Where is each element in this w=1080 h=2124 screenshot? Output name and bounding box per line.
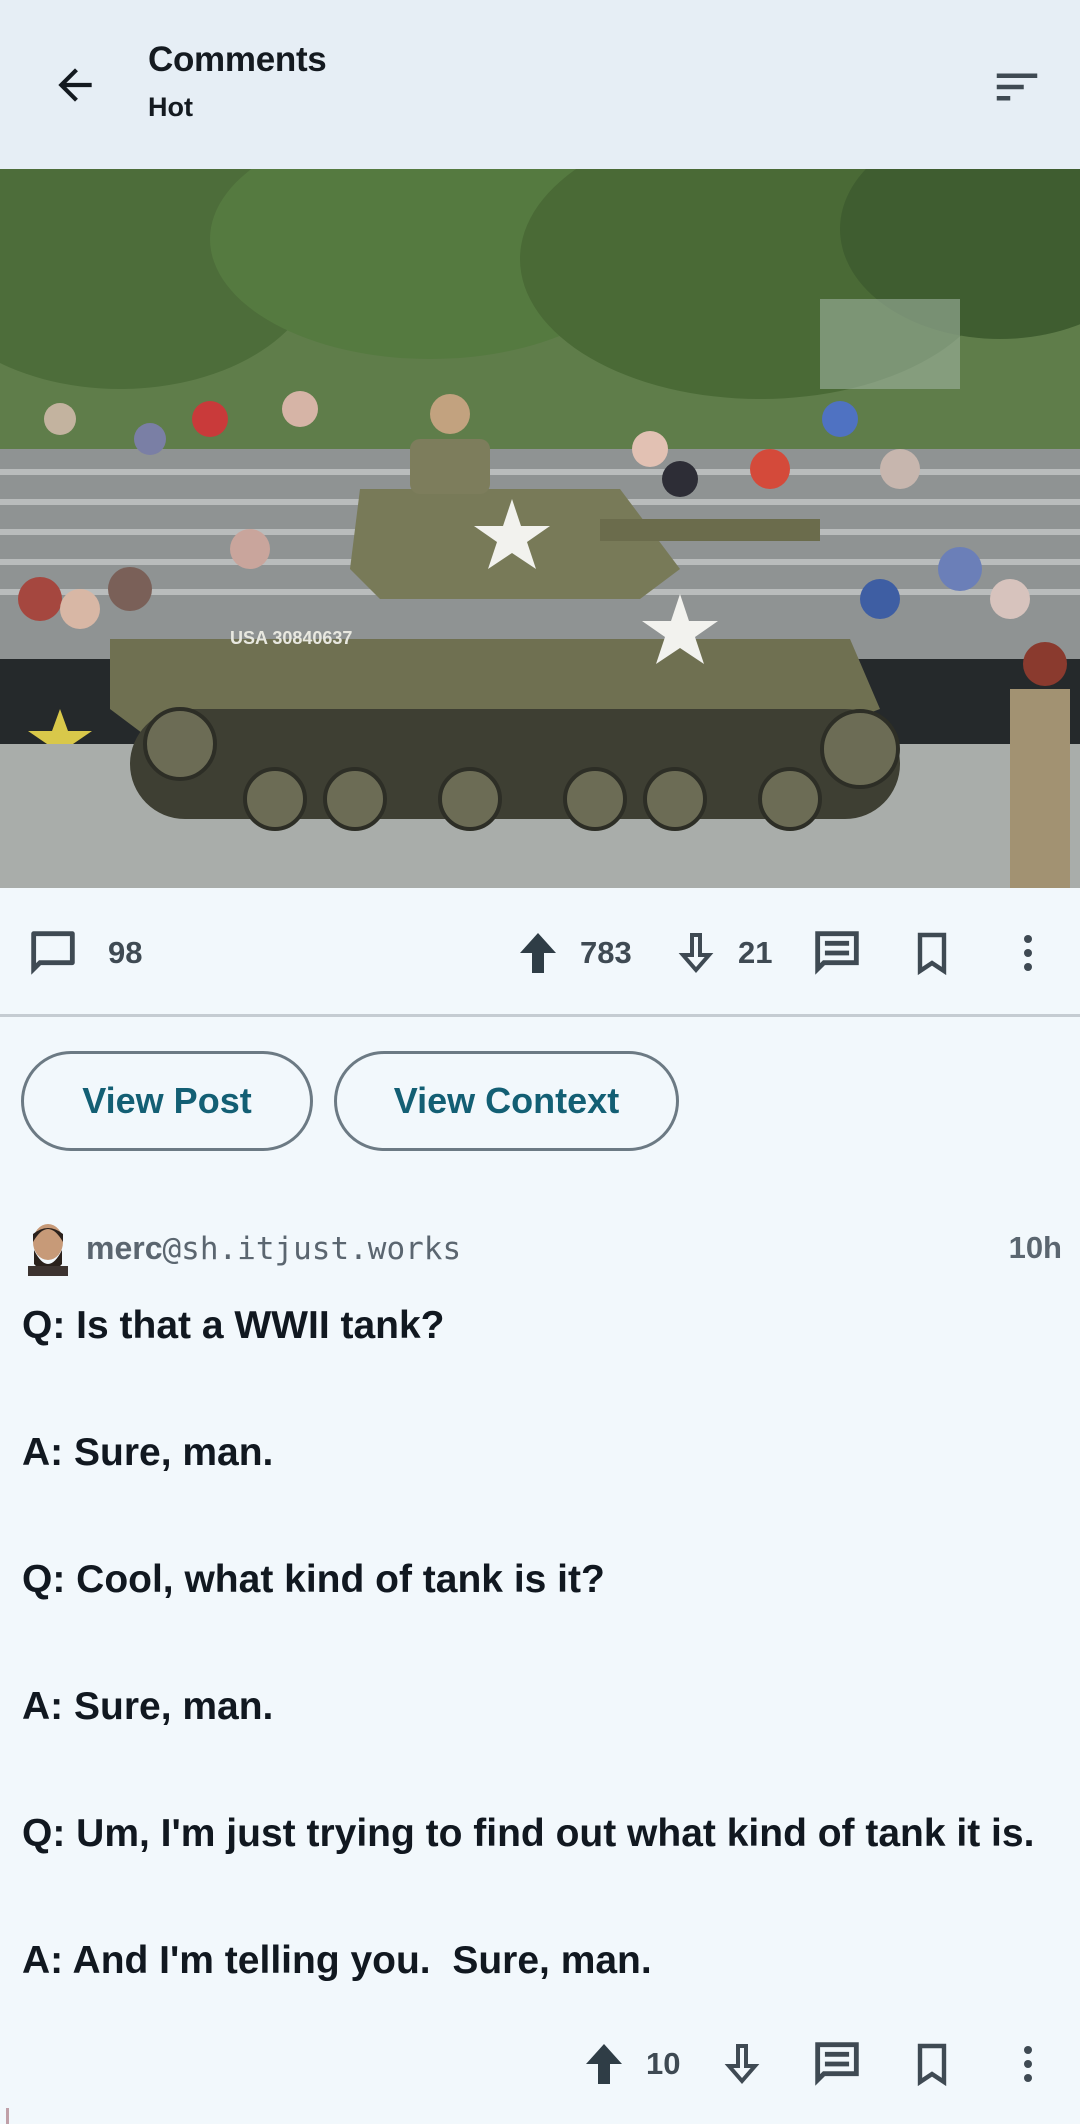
comment-action-bar: 10 [0,2030,1080,2098]
sort-icon [996,73,1038,101]
comment-line: Q: Um, I'm just trying to find out what … [22,1812,1035,1855]
comment-reply-button[interactable] [808,2030,866,2098]
comment-count: 98 [108,935,143,970]
post-more-button[interactable] [1004,888,1052,1018]
comment-header: merc@sh.itjust.works 10h [22,1220,1062,1276]
sort-button[interactable] [984,54,1050,120]
avatar[interactable] [22,1220,74,1276]
post-upvote-button[interactable]: 783 [514,888,632,1018]
arrow-up-icon [520,933,556,973]
sort-label: Hot [148,92,193,122]
post-bookmark-button[interactable] [908,888,956,1018]
reply-comment-icon [815,2042,859,2086]
username: merc [86,1230,163,1266]
comment-line: Q: Cool, what kind of tank is it? [22,1558,605,1601]
user-instance: @sh.itjust.works [162,1231,462,1267]
comment-line: A: And I'm telling you. Sure, man. [22,1939,652,1982]
comment-body: Q: Is that a WWII tank? A: Sure, man. Q:… [22,1300,1072,2062]
svg-text:USA 30840637: USA 30840637 [230,628,352,648]
post-action-bar: 98 783 21 [0,888,1080,1018]
comment-line: A: Sure, man. [22,1431,274,1474]
comment-bookmark-button[interactable] [908,2030,956,2098]
comment-downvote-button[interactable] [718,2030,766,2098]
arrow-back-icon [58,68,92,102]
post-reply-button[interactable] [808,888,866,1018]
top-app-bar: Comments Hot [0,0,1080,169]
page-title: Comments [148,40,327,79]
bookmark-icon [917,2043,947,2087]
comment-line: Q: Is that a WWII tank? [22,1304,445,1347]
view-post-button[interactable]: View Post [21,1051,313,1151]
more-vert-icon [1024,935,1032,971]
post-downvote-count: 21 [738,935,773,970]
comment-upvote-count: 10 [646,2046,681,2081]
post-upvote-count: 783 [580,935,632,970]
thread-indicator [6,2108,9,2124]
arrow-up-icon [586,2044,622,2084]
comment-more-button[interactable] [1004,2030,1052,2098]
more-vert-icon [1024,2046,1032,2082]
title-block: Comments Hot [148,40,327,123]
comment-timestamp: 10h [1008,1230,1062,1265]
comment-icon [31,931,75,975]
reply-comment-icon [815,931,859,975]
comments-count-button[interactable]: 98 [24,888,142,1018]
divider [0,1014,1080,1017]
arrow-down-icon [724,2044,760,2085]
arrow-down-icon [678,933,714,974]
comment-line: A: Sure, man. [22,1685,274,1728]
post-image[interactable]: USA 30840637 [0,169,1080,888]
comment-upvote-button[interactable]: 10 [580,2030,680,2098]
view-context-button[interactable]: View Context [334,1051,679,1151]
bookmark-icon [917,932,947,976]
tank-photo-illustration: USA 30840637 [0,169,1080,888]
comment-author[interactable]: merc@sh.itjust.works [86,1230,461,1267]
back-button[interactable] [42,52,108,118]
post-downvote-button[interactable]: 21 [672,888,772,1018]
